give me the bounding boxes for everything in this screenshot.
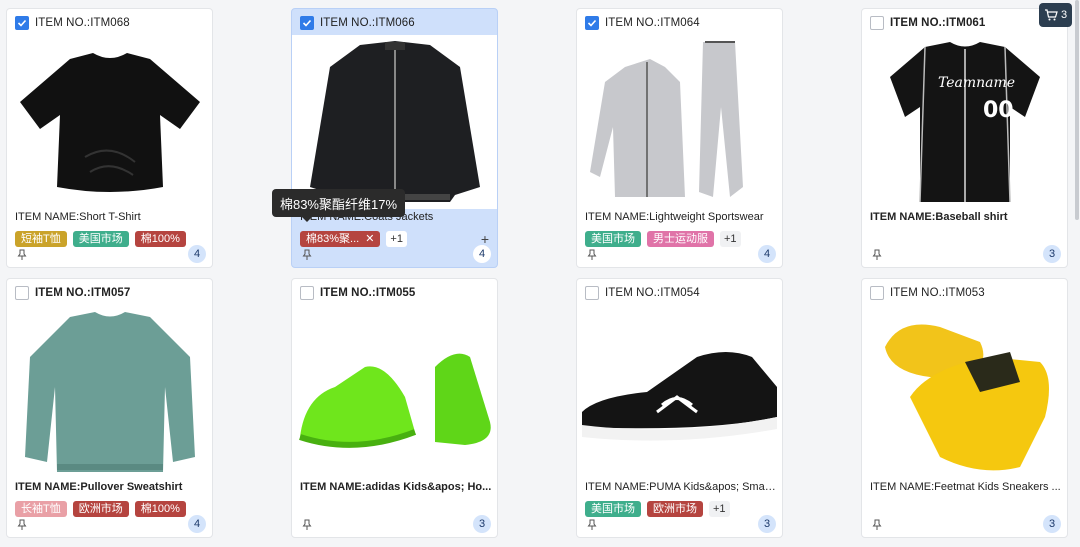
pin-icon[interactable] [302, 519, 312, 531]
count-badge: 4 [188, 515, 206, 533]
item-name: ITEM NAME:Baseball shirt [870, 211, 1008, 223]
tag-list: 长袖T恤 欧洲市场 棉100% [15, 501, 186, 517]
tag[interactable]: 短袖T恤 [15, 231, 67, 247]
sweatshirt-image [7, 305, 212, 479]
remove-tag-icon[interactable]: ✕ [365, 231, 374, 247]
select-checkbox[interactable] [585, 286, 599, 300]
product-card[interactable]: ITEM NO.:ITM055 ITEM NAME:adidas Kids&ap… [291, 278, 498, 538]
green-sneakers-image [292, 305, 497, 479]
tag-list: 美国市场 男士运动服 +1 [585, 231, 741, 247]
more-tags[interactable]: +1 [386, 231, 407, 247]
item-name: ITEM NAME:Feetmat Kids Sneakers ... [870, 481, 1061, 493]
item-number: ITEM NO.:ITM064 [605, 17, 700, 29]
count-badge: 3 [1043, 515, 1061, 533]
tag-list: 短袖T恤 美国市场 棉100% [15, 231, 186, 247]
item-name: ITEM NAME:Lightweight Sportswear [585, 211, 764, 223]
item-name: ITEM NAME:Pullover Sweatshirt [15, 481, 183, 493]
product-card[interactable]: ITEM NO.:ITM061 Teamname 00 ITEM NAME:Ba… [861, 8, 1068, 268]
tag[interactable]: 欧洲市场 [72, 501, 129, 517]
tag[interactable]: 长袖T恤 [15, 501, 67, 517]
product-card[interactable]: ITEM NO.:ITM053 ITEM NAME:Feetmat Kids S… [861, 278, 1068, 538]
item-number: ITEM NO.:ITM053 [890, 287, 985, 299]
shirt-print: Teamname [938, 75, 1015, 91]
select-checkbox[interactable] [585, 16, 599, 30]
more-tags[interactable]: +1 [709, 501, 730, 517]
product-card[interactable]: ITEM NO.:ITM068 ITEM NAME:Short T-Shirt … [6, 8, 213, 268]
product-card[interactable]: ITEM NO.:ITM054 ITEM NAME:PUMA Kids&apos… [576, 278, 783, 538]
select-checkbox[interactable] [15, 16, 29, 30]
pin-icon[interactable] [302, 249, 312, 261]
scroll-thumb[interactable] [1075, 0, 1079, 220]
item-number: ITEM NO.:ITM066 [320, 17, 415, 29]
count-badge: 4 [758, 245, 776, 263]
select-checkbox[interactable] [870, 286, 884, 300]
svg-text:00: 00 [983, 98, 1014, 123]
item-name: ITEM NAME:PUMA Kids&apos; Smas... [585, 481, 777, 493]
item-number: ITEM NO.:ITM057 [35, 287, 131, 299]
sportswear-image [577, 35, 782, 209]
tag[interactable]: 棉83%聚... ✕ [300, 231, 381, 247]
tag-list: 棉83%聚... ✕ +1 [300, 231, 407, 247]
yellow-sneakers-image [862, 305, 1067, 479]
item-number: ITEM NO.:ITM054 [605, 287, 700, 299]
black-sneaker-image [577, 305, 782, 479]
jacket-image [292, 35, 497, 209]
item-number: ITEM NO.:ITM055 [320, 287, 416, 299]
tag[interactable]: 男士运动服 [647, 231, 714, 247]
baseball-shirt-image: Teamname 00 [862, 35, 1067, 209]
count-badge: 4 [473, 245, 491, 263]
item-name: ITEM NAME:Short T-Shirt [15, 211, 141, 223]
pin-icon[interactable] [587, 249, 597, 261]
pin-icon[interactable] [872, 249, 882, 261]
count-badge: 3 [758, 515, 776, 533]
cart-button[interactable]: 3 [1039, 3, 1072, 27]
pin-icon[interactable] [17, 519, 27, 531]
scrollbar[interactable] [1074, 0, 1080, 547]
count-badge: 3 [1043, 245, 1061, 263]
count-badge: 4 [188, 245, 206, 263]
product-card[interactable]: ITEM NO.:ITM066 ITEM NAME:Coats Jackets … [291, 8, 498, 268]
more-tags[interactable]: +1 [720, 231, 741, 247]
item-number: ITEM NO.:ITM061 [890, 17, 986, 29]
product-card[interactable]: ITEM NO.:ITM064 ITEM NAME:Lightweight Sp… [576, 8, 783, 268]
count-badge: 3 [473, 515, 491, 533]
pin-icon[interactable] [17, 249, 27, 261]
select-checkbox[interactable] [300, 16, 314, 30]
tag-label: 棉83%聚... [306, 233, 360, 245]
cart-count: 3 [1060, 9, 1068, 21]
tag[interactable]: 棉100% [134, 231, 186, 247]
item-name: ITEM NAME:adidas Kids&apos; Ho... [300, 481, 492, 493]
item-number: ITEM NO.:ITM068 [35, 17, 130, 29]
pin-icon[interactable] [872, 519, 882, 531]
select-checkbox[interactable] [300, 286, 314, 300]
select-checkbox[interactable] [15, 286, 29, 300]
tag[interactable]: 欧洲市场 [647, 501, 703, 517]
cart-icon [1044, 9, 1058, 21]
tag[interactable]: 美国市场 [72, 231, 129, 247]
product-grid: ITEM NO.:ITM068 ITEM NAME:Short T-Shirt … [0, 0, 1080, 547]
product-card[interactable]: ITEM NO.:ITM057 ITEM NAME:Pullover Sweat… [6, 278, 213, 538]
tag[interactable]: 美国市场 [585, 501, 641, 517]
tag[interactable]: 棉100% [134, 501, 186, 517]
tshirt-image [7, 35, 212, 209]
tag[interactable]: 美国市场 [585, 231, 641, 247]
pin-icon[interactable] [587, 519, 597, 531]
tag-tooltip: 棉83%聚酯纤维17% [272, 189, 405, 222]
tag-list: 美国市场 欧洲市场 +1 [585, 501, 730, 517]
select-checkbox[interactable] [870, 16, 884, 30]
